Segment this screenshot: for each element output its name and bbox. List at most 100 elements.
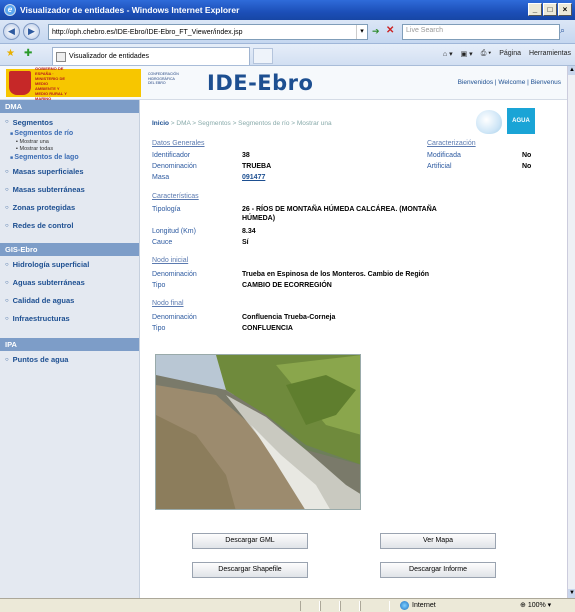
bullet-icon: ○ xyxy=(5,280,9,286)
vertical-scrollbar[interactable]: ▲ ▼ xyxy=(567,66,575,598)
river-photo xyxy=(155,354,361,510)
ver-mapa-button[interactable]: Ver Mapa xyxy=(380,533,496,549)
tab-bar: ★ ✚ Visualizador de entidades ⌂ ▾ ▣ ▾ ⎙ … xyxy=(0,44,575,66)
zoom-control[interactable]: ⊕ 100% ▾ xyxy=(520,601,551,609)
search-placeholder: Live Search xyxy=(406,27,443,34)
gov-logo-text: GOBIERNO DE ESPAÑA · MINISTERIO DE MEDIO… xyxy=(35,66,67,101)
river-photo-graphic xyxy=(156,355,360,509)
descargar-informe-button[interactable]: Descargar Informe xyxy=(380,562,496,578)
caracterizacion-heading: Caracterización xyxy=(427,140,476,147)
bullet-icon: ○ xyxy=(5,169,9,175)
bullet-icon: ○ xyxy=(5,205,9,211)
close-button[interactable]: × xyxy=(558,3,572,16)
sidebar-section-gis: GIS-Ebro xyxy=(0,243,139,256)
page-menu[interactable]: Página xyxy=(499,50,521,58)
sidebar-item-redes-control[interactable]: ○ Redes de control xyxy=(0,217,139,235)
sidebar-item-masas-subterraneas[interactable]: ○ Masas subterráneas xyxy=(0,181,139,199)
tipologia-value-line2: HÚMEDA) xyxy=(242,215,276,222)
nodo-inicial-tipo-label: Tipo xyxy=(152,282,166,289)
modificada-label: Modificada xyxy=(427,152,461,159)
sidebar-item-segmentos[interactable]: ○ Segmentos xyxy=(0,116,139,129)
artificial-value: No xyxy=(522,163,532,170)
back-button[interactable]: ◀ xyxy=(3,23,20,40)
sidebar-item-segmentos-lago[interactable]: ■ Segmentos de lago xyxy=(0,153,139,163)
minimize-button[interactable]: _ xyxy=(528,3,542,16)
search-input[interactable]: Live Search xyxy=(402,24,560,40)
breadcrumb-path: > DMA > Segmentos > Segmentos de río > M… xyxy=(168,120,332,127)
sidebar: DMA ○ Segmentos ■ Segmentos de río ▪ Most… xyxy=(0,100,140,598)
tipologia-value-line1: 26 - RÍOS DE MONTAÑA HÚMEDA CALCÁREA. (M… xyxy=(242,206,437,213)
window-title: Visualizador de entidades - Windows Inte… xyxy=(20,5,240,15)
status-segment xyxy=(300,601,320,611)
breadcrumb: Inicio > DMA > Segmentos > Segmentos de … xyxy=(152,120,332,127)
denominacion-label: Denominación xyxy=(152,163,197,170)
nodo-inicial-denominacion-value: Trueba en Espinosa de los Monteros. Camb… xyxy=(242,271,430,278)
nodo-final-heading: Nodo final xyxy=(152,300,184,307)
tipologia-label: Tipología xyxy=(152,206,181,213)
coat-of-arms-icon xyxy=(9,71,31,95)
page-favicon-icon xyxy=(56,51,66,62)
cauce-value: Sí xyxy=(242,239,249,246)
sidebar-item-puntos-agua[interactable]: ○ Puntos de agua xyxy=(0,351,139,369)
sidebar-item-hidrologia[interactable]: ○ Hidrología superficial xyxy=(0,256,139,274)
globe-icon xyxy=(400,601,409,610)
tab-visualizador[interactable]: Visualizador de entidades xyxy=(52,47,250,65)
feeds-icon[interactable]: ▣ ▾ xyxy=(461,50,473,58)
status-segment xyxy=(360,601,390,611)
breadcrumb-home-link[interactable]: Inicio xyxy=(152,120,169,127)
print-icon[interactable]: ⎙ ▾ xyxy=(481,50,492,58)
descargar-gml-button[interactable]: Descargar GML xyxy=(192,533,308,549)
url-text: http://oph.chebro.es/IDE-Ebro/IDE-Ebro_F… xyxy=(52,28,243,36)
sidebar-item-aguas-subterraneas[interactable]: ○ Aguas subterráneas xyxy=(0,274,139,292)
bullet-icon: ○ xyxy=(5,298,9,304)
scroll-down-icon[interactable]: ▼ xyxy=(568,589,575,598)
cauce-label: Cauce xyxy=(152,239,173,246)
nodo-inicial-heading: Nodo inicial xyxy=(152,257,189,264)
maximize-button[interactable]: □ xyxy=(543,3,557,16)
language-selector[interactable]: Bienvenidos | Welcome | Bienvenus xyxy=(458,79,561,86)
masa-label: Masa xyxy=(152,174,170,181)
window-controls: _ □ × xyxy=(528,3,572,16)
identificador-label: Identificador xyxy=(152,152,191,159)
sidebar-item-masas-superficiales[interactable]: ○ Masas superficiales xyxy=(0,163,139,181)
scroll-up-icon[interactable]: ▲ xyxy=(568,66,575,75)
favorites-star-icon[interactable]: ★ xyxy=(6,48,15,59)
new-tab-button[interactable] xyxy=(253,48,273,64)
nodo-inicial-tipo-value: CAMBIO DE ECORREGIÓN xyxy=(242,282,332,289)
tab-label: Visualizador de entidades xyxy=(69,53,150,60)
url-input[interactable]: http://oph.chebro.es/IDE-Ebro/IDE-Ebro_F… xyxy=(48,24,368,40)
sidebar-item-mostrar-todas[interactable]: ▪ Mostrar todas xyxy=(0,146,139,153)
bullet-icon: ○ xyxy=(5,223,9,229)
nodo-final-denominacion-value: Confluencia Trueba-Corneja xyxy=(242,314,336,321)
nodo-final-tipo-value: CONFLUENCIA xyxy=(242,325,293,332)
sidebar-item-mostrar-una[interactable]: ▪ Mostrar una xyxy=(0,139,139,146)
sidebar-item-calidad[interactable]: ○ Calidad de aguas xyxy=(0,292,139,310)
bullet-icon: ○ xyxy=(5,187,9,193)
tools-menu[interactable]: Herramientas xyxy=(529,50,571,58)
url-dropdown-icon[interactable]: ▾ xyxy=(356,25,367,39)
masa-link[interactable]: 091477 xyxy=(242,174,265,181)
security-zone: Internet xyxy=(400,601,436,610)
status-segment xyxy=(340,601,360,611)
zone-label: Internet xyxy=(412,602,436,609)
home-icon[interactable]: ⌂ ▾ xyxy=(443,50,453,58)
site-banner: GOBIERNO DE ESPAÑA · MINISTERIO DE MEDIO… xyxy=(0,66,567,101)
sidebar-section-ipa: IPA xyxy=(0,338,139,351)
identificador-value: 38 xyxy=(242,152,250,159)
stop-icon[interactable]: ✕ xyxy=(386,25,394,36)
status-bar: Internet ⊕ 100% ▾ xyxy=(0,598,575,612)
descargar-shapefile-button[interactable]: Descargar Shapefile xyxy=(192,562,308,578)
bullet-icon: ○ xyxy=(5,316,9,322)
forward-button[interactable]: ▶ xyxy=(23,23,40,40)
sidebar-item-infraestructuras[interactable]: ○ Infraestructuras xyxy=(0,310,139,328)
datos-generales-heading: Datos Generales xyxy=(152,140,205,147)
address-bar: ◀ ▶ http://oph.chebro.es/IDE-Ebro/IDE-Eb… xyxy=(0,20,575,44)
sidebar-item-zonas-protegidas[interactable]: ○ Zonas protegidas xyxy=(0,199,139,217)
add-favorites-icon[interactable]: ✚ xyxy=(24,48,32,59)
search-icon[interactable]: ⌕ xyxy=(560,25,565,36)
sidebar-item-segmentos-rio[interactable]: ■ Segmentos de río xyxy=(0,129,139,139)
longitud-label: Longitud (Km) xyxy=(152,228,196,235)
refresh-icon[interactable]: ➔ xyxy=(372,26,380,37)
gobierno-logo: GOBIERNO DE ESPAÑA · MINISTERIO DE MEDIO… xyxy=(6,66,141,101)
artificial-label: Artificial xyxy=(427,163,452,170)
